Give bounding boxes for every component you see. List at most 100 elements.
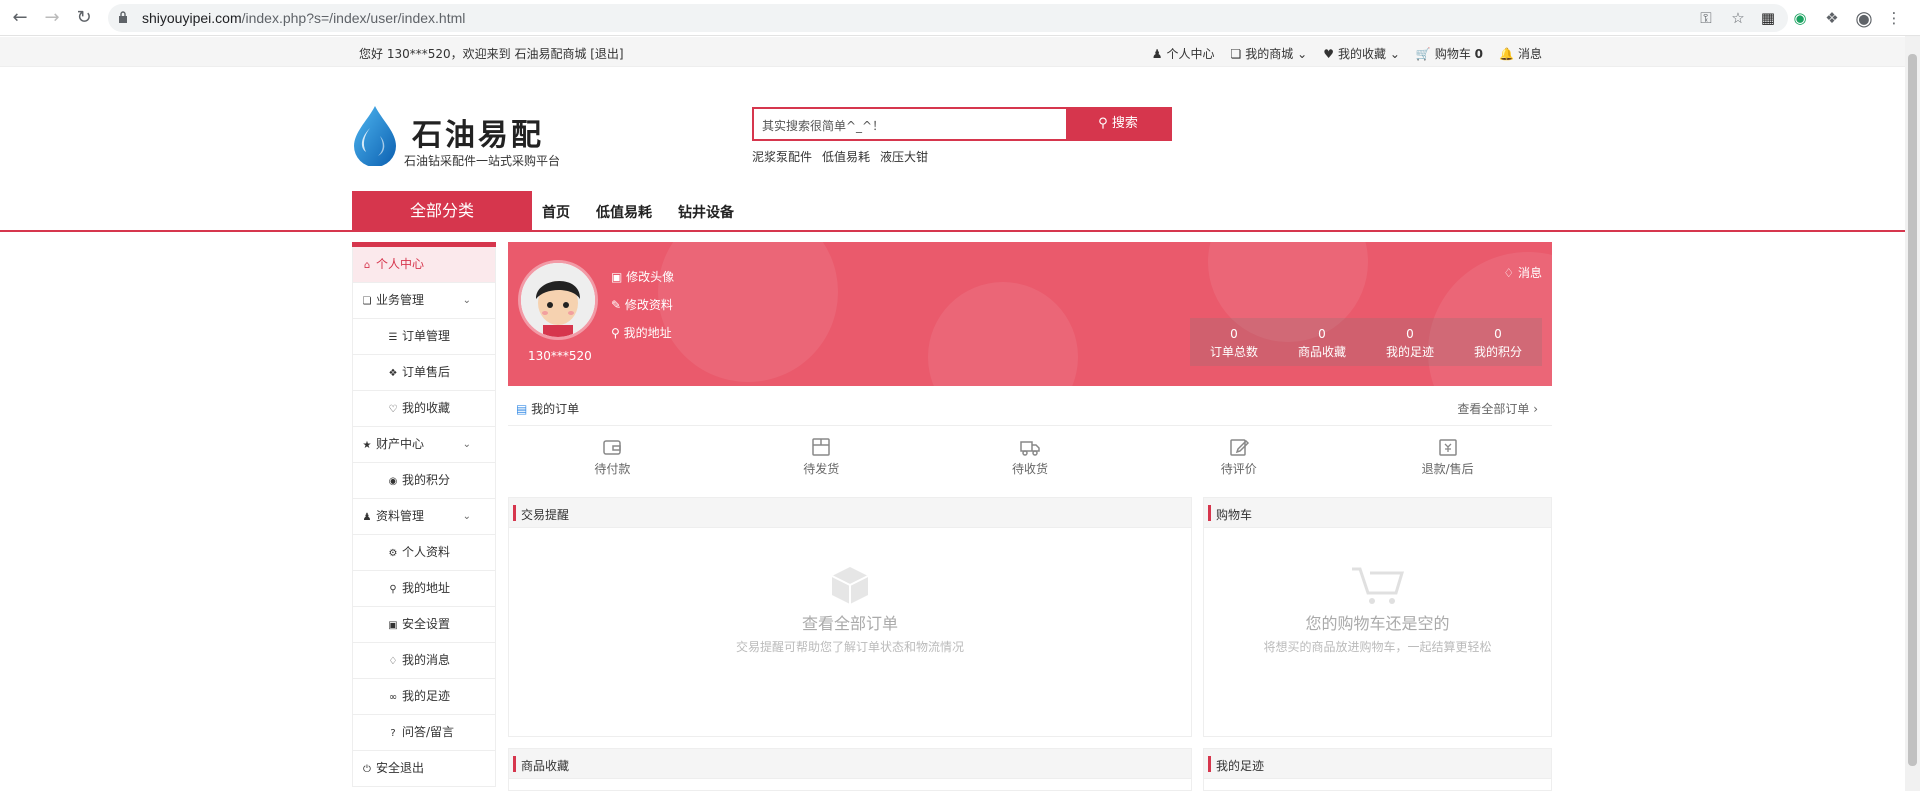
cube-icon: ❏ [1230,47,1242,61]
refund-icon [1343,436,1552,460]
bell-icon: ♢ [388,656,398,667]
cart-icon [1351,567,1404,604]
search-button[interactable]: ⚲ 搜索 [1066,109,1170,139]
sidebar-item-favorites[interactable]: ♡ 我的收藏 [352,391,496,427]
nav-link-consumables[interactable]: 低值易耗 [596,202,652,222]
greeting-text: 您好 130***520，欢迎来到 石油易配商城 [退出] [359,47,624,61]
sidebar-item-qa[interactable]: ? 问答/留言 [352,715,496,751]
heart-icon: ♥ [1323,47,1334,61]
coin-icon: ◉ [388,476,398,487]
avatar-image [521,263,595,337]
sidebar-item-orders[interactable]: ☰ 订单管理 [352,319,496,355]
trade-empty-state: 查看全部订单 交易提醒可帮助您了解订单状态和物流情况 [509,563,1191,655]
hot-word[interactable]: 低值易耗 [822,148,870,165]
grammar-icon[interactable]: ◉ [1790,8,1810,28]
pin-icon: ⚲ [611,326,620,340]
sidebar-group-business[interactable]: ❏ 业务管理 ⌄ [352,283,496,319]
sidebar-item-user-center[interactable]: ⌂ 个人中心 [352,247,496,283]
logo-name: 石油易配 [412,118,544,153]
hot-word[interactable]: 泥浆泵配件 [752,148,812,165]
sidebar-item-points[interactable]: ◉ 我的积分 [352,463,496,499]
user-sidebar: ⌂ 个人中心 ❏ 业务管理 ⌄ ☰ 订单管理 ❖ 订单售后 ♡ 我的收藏 ★ 财产中心 ⌄ ◉ 我… [352,242,496,791]
list-icon: ☰ [388,332,398,343]
chevron-down-icon: ⌄ [462,511,471,522]
bell-icon: ♢ [1503,266,1515,280]
hot-words: 泥浆泵配件 低值易耗 液压大钳 [752,148,928,165]
orders-header: ▤ 我的订单 查看全部订单 › [508,390,1552,426]
order-status-refund[interactable]: 退款/售后 [1343,436,1552,486]
stat-footprint[interactable]: 0 我的足迹 [1366,318,1454,366]
cart-empty-state: 您的购物车还是空的 将想买的商品放进购物车，一起结算更轻松 [1204,563,1551,655]
edit-icon: ✎ [611,298,622,312]
search-input[interactable]: 其实搜索很简单^_^！ [754,109,1068,139]
stat-favorites[interactable]: 0 商品收藏 [1278,318,1366,366]
nav-link-drilling[interactable]: 钻井设备 [678,202,734,222]
card-title: 我的足迹 [1216,759,1265,773]
hot-word[interactable]: 液压大钳 [880,148,928,165]
extension-icon[interactable]: ▦ [1758,8,1778,28]
heart-icon: ♡ [388,404,398,415]
sidebar-item-address[interactable]: ⚲ 我的地址 [352,571,496,607]
order-status-unpaid[interactable]: 待付款 [508,436,717,486]
puzzle-icon: ❖ [388,368,398,379]
edit-avatar-link[interactable]: ▣ 修改头像 [611,268,674,296]
box-icon [717,436,926,460]
glasses-icon: ∞ [388,692,398,703]
nav-link-home[interactable]: 首页 [542,202,570,222]
topbar-link-my-mall[interactable]: ❏ 我的商城 ⌄ [1231,45,1308,62]
order-status-to-ship[interactable]: 待发货 [717,436,926,486]
star-icon[interactable]: ☆ [1728,8,1748,28]
cart-count: 0 [1474,47,1484,61]
order-status-to-review[interactable]: 待评价 [1134,436,1343,486]
favorites-card: 商品收藏 [508,748,1192,791]
lock-icon: ▣ [388,620,398,631]
reload-icon[interactable]: ↻ [74,8,94,28]
main-nav: 首页 低值易耗 钻井设备 [542,202,734,222]
power-icon: ⏻ [363,764,371,775]
all-categories-button[interactable]: 全部分类 [352,191,532,231]
key-icon[interactable]: ⚿ [1696,8,1716,28]
sidebar-item-security[interactable]: ▣ 安全设置 [352,607,496,643]
profile-icon[interactable]: ◉ [1854,8,1874,28]
topbar-links: ♟ 个人中心 ❏ 我的商城 ⌄ ♥ 我的收藏 ⌄ 🛒 购物车 0 🔔 消息 [1152,45,1542,62]
user-icon: ♟ [362,512,372,523]
avatar[interactable] [518,260,598,340]
edit-profile-link[interactable]: ✎ 修改资料 [611,296,674,324]
search-box: 其实搜索很简单^_^！ ⚲ 搜索 [752,107,1172,141]
stat-points[interactable]: 0 我的积分 [1454,318,1542,366]
banner-messages-link[interactable]: ♢ 消息 [1503,264,1542,281]
sidebar-group-assets[interactable]: ★ 财产中心 ⌄ [352,427,496,463]
sidebar-item-logout[interactable]: ⏻ 安全退出 [352,751,496,787]
topbar-link-user-center[interactable]: ♟ 个人中心 [1152,45,1215,62]
user-icon: ♟ [1151,47,1163,61]
trophy-icon: ★ [362,440,372,451]
puzzle-icon[interactable]: ❖ [1822,8,1842,28]
stat-orders[interactable]: 0 订单总数 [1190,318,1278,366]
order-status-to-receive[interactable]: 待收货 [926,436,1135,486]
user-banner: 130***520 ▣ 修改头像 ✎ 修改资料 ⚲ 我的地址 ♢ 消息 0 订单总… [508,242,1552,386]
user-stats: 0 订单总数 0 商品收藏 0 我的足迹 0 我的积分 [1190,318,1542,366]
sidebar-item-profile[interactable]: ⚙ 个人资料 [352,535,496,571]
site-logo[interactable]: 石油易配 石油钻采配件一站式采购平台 [352,106,592,170]
sidebar-item-aftersale[interactable]: ❖ 订单售后 [352,355,496,391]
topbar-link-messages[interactable]: 🔔 消息 [1499,45,1542,62]
topbar-link-favorites[interactable]: ♥ 我的收藏 ⌄ [1323,45,1400,62]
username: 130***520 [528,349,592,363]
home-icon: ⌂ [363,260,371,271]
menu-icon[interactable]: ⋮ [1884,8,1904,28]
image-icon: ▣ [611,270,623,284]
back-icon[interactable]: ← [10,8,30,28]
sidebar-item-messages[interactable]: ♢ 我的消息 [352,643,496,679]
topbar-link-cart[interactable]: 🛒 购物车 0 [1416,45,1483,62]
scrollbar[interactable] [1905,36,1920,791]
address-bar[interactable]: shiyouyipei.com/index.php?s=/index/user/… [108,4,1788,32]
my-address-link[interactable]: ⚲ 我的地址 [611,324,674,352]
forward-icon[interactable]: → [42,8,62,28]
sidebar-item-footprint[interactable]: ∞ 我的足迹 [352,679,496,715]
gear-icon: ⚙ [388,548,398,559]
sidebar-group-profile[interactable]: ♟ 资料管理 ⌄ [352,499,496,535]
box-icon [831,567,869,604]
view-all-orders-link[interactable]: 查看全部订单 › [1457,400,1538,417]
view-all-orders-empty-link[interactable]: 查看全部订单 [509,610,1191,634]
footprint-card: 我的足迹 [1203,748,1552,791]
